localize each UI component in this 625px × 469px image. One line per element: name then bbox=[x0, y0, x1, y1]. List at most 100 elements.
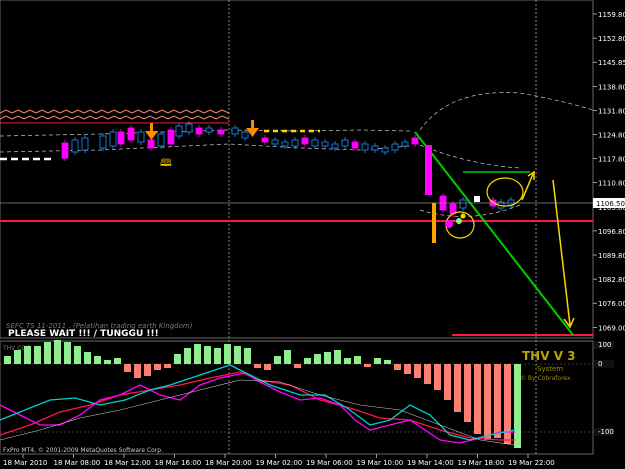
histogram-bar bbox=[4, 356, 11, 364]
indicator-credit: © By Cobraforex bbox=[520, 375, 571, 382]
histogram-bar bbox=[154, 364, 161, 370]
histogram-bar bbox=[14, 350, 21, 364]
price-tick-label: 1152.80 bbox=[598, 35, 625, 43]
candle-body bbox=[331, 143, 339, 149]
time-tick-label: 18 Mar 08:00 bbox=[54, 459, 101, 467]
histogram-bar bbox=[434, 364, 441, 390]
histogram-bar bbox=[284, 350, 291, 364]
histogram-bar bbox=[294, 364, 301, 368]
candle-body bbox=[157, 133, 165, 147]
histogram-bar bbox=[64, 342, 71, 364]
book-icon: 🕮 bbox=[160, 158, 172, 169]
histogram-bar bbox=[54, 340, 61, 364]
histogram-bar bbox=[454, 364, 461, 412]
large-bear-candle bbox=[425, 145, 432, 195]
price-tick-label: 1131.80 bbox=[598, 107, 625, 115]
histogram-bar bbox=[484, 364, 491, 440]
indicator-title: THV V 3 bbox=[522, 349, 576, 363]
histogram-bar bbox=[214, 348, 221, 364]
histogram-bar bbox=[444, 364, 451, 400]
candle-body bbox=[167, 129, 175, 145]
trading-chart: 🕮 SEFC TS 11-2011 . (Pelatihan trading e… bbox=[0, 0, 625, 467]
time-tick-label: 18 Mar 2010 bbox=[3, 459, 47, 467]
price-axis: 1159.80 1152.80 1145.85 1138.80 1131.80 1124.… bbox=[593, 11, 625, 332]
candle-body bbox=[61, 142, 69, 159]
histogram-bar bbox=[334, 350, 341, 364]
white-marker bbox=[474, 196, 480, 202]
candle-body bbox=[261, 137, 269, 143]
level-label: 0 bbox=[598, 360, 602, 368]
candle-body bbox=[195, 127, 203, 135]
signal-dot bbox=[445, 220, 453, 228]
candle-body bbox=[321, 141, 329, 147]
candle-body bbox=[241, 131, 249, 139]
histogram-bar bbox=[364, 364, 371, 367]
histogram-bar bbox=[114, 358, 121, 364]
candle-body bbox=[185, 123, 193, 133]
price-tick-label: 1145.85 bbox=[598, 59, 625, 67]
candle-body bbox=[175, 125, 183, 137]
histogram-bar bbox=[344, 358, 351, 364]
price-tick-label: 1117.80 bbox=[598, 156, 625, 164]
histogram-bar bbox=[164, 364, 171, 368]
level-label: -100 bbox=[598, 428, 614, 436]
indicator-level-axis: 100 0 -100 bbox=[594, 341, 614, 436]
histogram-bar bbox=[244, 348, 251, 364]
histogram-bar bbox=[494, 364, 501, 438]
histogram-bar bbox=[184, 348, 191, 364]
candle-body bbox=[127, 127, 135, 141]
price-tick-label: 1110.80 bbox=[598, 180, 625, 188]
candle-body bbox=[271, 139, 279, 145]
candle-body bbox=[281, 141, 289, 147]
histogram-bar bbox=[194, 344, 201, 364]
histogram-bar bbox=[394, 364, 401, 370]
time-tick-label: 19 Mar 02:00 bbox=[256, 459, 303, 467]
histogram-bar bbox=[324, 352, 331, 364]
candle-body bbox=[147, 139, 155, 149]
histogram-bar bbox=[254, 364, 261, 368]
candle-body bbox=[99, 135, 107, 149]
histogram-bar bbox=[174, 354, 181, 364]
status-text: PLEASE WAIT !!! / TUNGGU !!! bbox=[8, 329, 159, 339]
histogram-bar bbox=[264, 364, 271, 370]
price-tick-label: 1159.80 bbox=[598, 11, 625, 19]
candle-body bbox=[301, 137, 309, 145]
histogram-bar bbox=[304, 358, 311, 364]
histogram-bar bbox=[144, 364, 151, 376]
histogram-bar bbox=[314, 354, 321, 364]
main-chart-area[interactable] bbox=[0, 0, 594, 339]
histogram-bar bbox=[34, 346, 41, 364]
histogram-bar bbox=[94, 356, 101, 364]
candle-body bbox=[291, 139, 299, 147]
price-tick-label: 1124.80 bbox=[598, 132, 625, 140]
histogram-bar bbox=[474, 364, 481, 434]
candle-body bbox=[231, 127, 239, 135]
histogram-bar bbox=[104, 360, 111, 364]
price-tick-label: 1076.00 bbox=[598, 300, 625, 308]
histogram-bar bbox=[354, 356, 361, 364]
histogram-bar bbox=[424, 364, 431, 384]
histogram-bar bbox=[134, 364, 141, 378]
histogram-bar bbox=[24, 346, 31, 364]
copyright-text: FxPro MT4, © 2001-2009 MetaQuotes Softwa… bbox=[3, 447, 163, 454]
price-tick-label: 1082.80 bbox=[598, 276, 625, 284]
signal-dot bbox=[456, 218, 462, 224]
histogram-bar bbox=[464, 364, 471, 422]
level-label: 100 bbox=[598, 341, 611, 349]
time-tick-label: 19 Mar 06:00 bbox=[306, 459, 353, 467]
candle-body bbox=[411, 137, 419, 145]
time-tick-label: 18 Mar 12:00 bbox=[104, 459, 151, 467]
histogram-bar bbox=[274, 356, 281, 364]
candle-body bbox=[459, 199, 467, 209]
histogram-bar bbox=[224, 344, 231, 364]
candle-body bbox=[137, 131, 145, 143]
histogram-bar bbox=[234, 346, 241, 364]
candle-body bbox=[401, 141, 409, 147]
candle-body bbox=[361, 143, 369, 151]
indicator-subtitle: System bbox=[537, 365, 563, 373]
orange-candle-body bbox=[432, 203, 436, 243]
signal-dot bbox=[460, 213, 466, 219]
time-tick-label: 19 Mar 10:00 bbox=[357, 459, 404, 467]
time-tick-label: 18 Mar 16:00 bbox=[155, 459, 202, 467]
candle-body bbox=[391, 143, 399, 151]
